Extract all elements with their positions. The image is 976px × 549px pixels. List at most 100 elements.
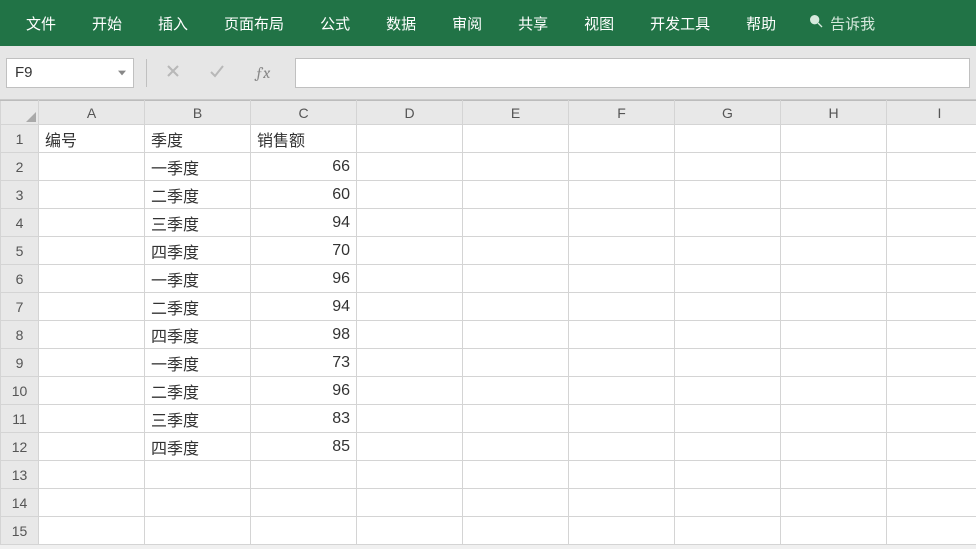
- cell-C11[interactable]: 83: [251, 405, 357, 433]
- cell[interactable]: [675, 461, 781, 489]
- row-header[interactable]: 7: [1, 293, 39, 321]
- cell[interactable]: [357, 517, 463, 545]
- cell[interactable]: [569, 209, 675, 237]
- cell-A3[interactable]: [39, 181, 145, 209]
- cell-A4[interactable]: [39, 209, 145, 237]
- menu-dev-tools[interactable]: 开发工具: [632, 0, 728, 46]
- cell-C10[interactable]: 96: [251, 377, 357, 405]
- cell[interactable]: [887, 377, 976, 405]
- cell-C12[interactable]: 85: [251, 433, 357, 461]
- cell[interactable]: [463, 461, 569, 489]
- cell-C5[interactable]: 70: [251, 237, 357, 265]
- cell-C4[interactable]: 94: [251, 209, 357, 237]
- cell[interactable]: [357, 461, 463, 489]
- cell[interactable]: [569, 125, 675, 153]
- row-header[interactable]: 9: [1, 349, 39, 377]
- cell[interactable]: [569, 181, 675, 209]
- cell[interactable]: [781, 517, 887, 545]
- cell-C1[interactable]: 销售额: [251, 125, 357, 153]
- cell[interactable]: [357, 153, 463, 181]
- enter-formula-button[interactable]: [205, 61, 229, 85]
- cell-A6[interactable]: [39, 265, 145, 293]
- cell[interactable]: [887, 321, 976, 349]
- cell[interactable]: [781, 349, 887, 377]
- cell[interactable]: [781, 209, 887, 237]
- cell[interactable]: [781, 293, 887, 321]
- tell-me-search[interactable]: 告诉我: [794, 0, 885, 46]
- cell[interactable]: [569, 517, 675, 545]
- cell-C9[interactable]: 73: [251, 349, 357, 377]
- cell[interactable]: [463, 209, 569, 237]
- cell[interactable]: [251, 489, 357, 517]
- cell-C8[interactable]: 98: [251, 321, 357, 349]
- cell-A2[interactable]: [39, 153, 145, 181]
- cell[interactable]: [781, 153, 887, 181]
- cell[interactable]: [463, 349, 569, 377]
- cell[interactable]: [781, 377, 887, 405]
- cell-C2[interactable]: 66: [251, 153, 357, 181]
- cell[interactable]: [675, 349, 781, 377]
- cell[interactable]: [463, 181, 569, 209]
- cell[interactable]: [781, 405, 887, 433]
- cell-A8[interactable]: [39, 321, 145, 349]
- menu-file[interactable]: 文件: [8, 0, 74, 46]
- cell[interactable]: [463, 237, 569, 265]
- cell[interactable]: [145, 489, 251, 517]
- cell[interactable]: [675, 265, 781, 293]
- cell[interactable]: [781, 181, 887, 209]
- cell[interactable]: [569, 405, 675, 433]
- cell[interactable]: [145, 461, 251, 489]
- cell[interactable]: [569, 237, 675, 265]
- row-header[interactable]: 1: [1, 125, 39, 153]
- cell[interactable]: [675, 293, 781, 321]
- name-box[interactable]: F9: [6, 58, 134, 88]
- cell-C7[interactable]: 94: [251, 293, 357, 321]
- row-header[interactable]: 13: [1, 461, 39, 489]
- cell[interactable]: [675, 405, 781, 433]
- cell[interactable]: [887, 461, 976, 489]
- menu-view[interactable]: 视图: [566, 0, 632, 46]
- cell[interactable]: [569, 349, 675, 377]
- cell[interactable]: [887, 125, 976, 153]
- row-header[interactable]: 12: [1, 433, 39, 461]
- cell[interactable]: [463, 265, 569, 293]
- cell[interactable]: [357, 433, 463, 461]
- cell[interactable]: [887, 517, 976, 545]
- row-header[interactable]: 6: [1, 265, 39, 293]
- cell[interactable]: [251, 517, 357, 545]
- cell[interactable]: [781, 321, 887, 349]
- cell[interactable]: [675, 209, 781, 237]
- cell-A10[interactable]: [39, 377, 145, 405]
- cell-A5[interactable]: [39, 237, 145, 265]
- cell[interactable]: [39, 489, 145, 517]
- col-header-E[interactable]: E: [463, 101, 569, 125]
- cell[interactable]: [675, 181, 781, 209]
- spreadsheet-grid[interactable]: A B C D E F G H I 1 编号 季度 销售额 2 一季度 66 3: [0, 100, 976, 545]
- cell[interactable]: [675, 125, 781, 153]
- cell[interactable]: [781, 125, 887, 153]
- cell[interactable]: [675, 321, 781, 349]
- cell[interactable]: [675, 237, 781, 265]
- cell[interactable]: [675, 377, 781, 405]
- cell[interactable]: [569, 321, 675, 349]
- cell[interactable]: [463, 153, 569, 181]
- cell[interactable]: [569, 377, 675, 405]
- col-header-F[interactable]: F: [569, 101, 675, 125]
- cell[interactable]: [357, 293, 463, 321]
- menu-home[interactable]: 开始: [74, 0, 140, 46]
- cell[interactable]: [887, 293, 976, 321]
- cell[interactable]: [675, 153, 781, 181]
- cell-B9[interactable]: 一季度: [145, 349, 251, 377]
- cell[interactable]: [145, 517, 251, 545]
- cell[interactable]: [39, 517, 145, 545]
- chevron-down-icon[interactable]: [117, 68, 127, 78]
- cell[interactable]: [463, 489, 569, 517]
- col-header-C[interactable]: C: [251, 101, 357, 125]
- cell[interactable]: [781, 433, 887, 461]
- cell[interactable]: [463, 433, 569, 461]
- col-header-H[interactable]: H: [781, 101, 887, 125]
- row-header[interactable]: 2: [1, 153, 39, 181]
- cell[interactable]: [357, 237, 463, 265]
- cell[interactable]: [887, 181, 976, 209]
- cell-B7[interactable]: 二季度: [145, 293, 251, 321]
